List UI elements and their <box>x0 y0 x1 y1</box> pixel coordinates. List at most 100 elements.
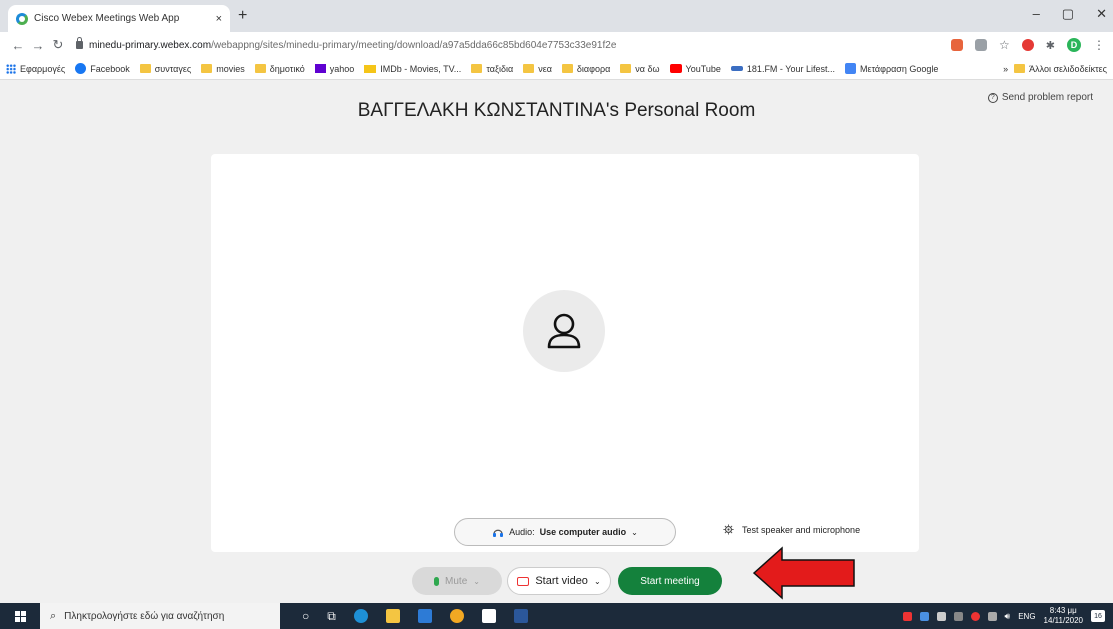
mute-button[interactable]: Mute ⌄ <box>412 567 502 595</box>
audio-selector[interactable]: Audio: Use computer audio ⌄ <box>454 518 676 546</box>
gear-icon <box>723 524 734 535</box>
window-controls: – ▢ ✕ <box>1033 6 1107 22</box>
microphone-icon <box>434 576 440 586</box>
bookmarks-bar: Εφαρμογές Facebook συνταγες movies δημοτ… <box>0 58 1113 80</box>
clock[interactable]: 8:43 μμ 14/11/2020 <box>1044 606 1083 626</box>
address-bar[interactable]: minedu-primary.webex.com/webappng/sites/… <box>76 34 951 56</box>
audio-value: Use computer audio <box>539 527 627 537</box>
bookmark-folder[interactable]: δημοτικό <box>254 64 305 74</box>
taskbar-apps: ○ ⧉ <box>302 609 528 624</box>
bookmark-folder[interactable]: διαφορα <box>561 64 610 74</box>
apps-grid-icon <box>6 63 16 74</box>
send-problem-report-link[interactable]: ? Send problem report <box>987 92 1093 103</box>
file-explorer-icon[interactable] <box>385 609 400 623</box>
red-arrow-annotation <box>752 546 855 600</box>
close-window-button[interactable]: ✕ <box>1096 6 1107 22</box>
webex-favicon-icon <box>16 12 28 25</box>
bookmark-facebook[interactable]: Facebook <box>75 63 130 74</box>
bookmark-folder[interactable]: συνταγες <box>139 64 191 74</box>
audio-label: Audio: <box>509 527 535 537</box>
puzzle-icon[interactable]: ✱ <box>1046 39 1055 52</box>
folder-icon <box>254 64 266 73</box>
other-bookmarks[interactable]: Άλλοι σελιδοδείκτες <box>1014 64 1107 74</box>
clock-time: 8:43 μμ <box>1049 606 1077 615</box>
bookmarks-overflow-button[interactable]: » <box>1003 64 1008 74</box>
test-speaker-link[interactable]: Test speaker and microphone <box>723 524 860 535</box>
profile-avatar[interactable]: D <box>1067 38 1081 52</box>
bookmark-youtube[interactable]: YouTube <box>669 64 721 74</box>
windows-taskbar: ⌕ Πληκτρολογήστε εδώ για αναζήτηση ○ ⧉ 🔊… <box>0 603 1113 629</box>
network-icon[interactable] <box>953 611 963 621</box>
tab-webex[interactable]: Cisco Webex Meetings Web App × <box>8 5 230 32</box>
new-tab-button[interactable]: + <box>238 7 247 25</box>
forward-arrow-icon[interactable]: → <box>28 38 48 53</box>
search-icon: ⌕ <box>50 609 57 622</box>
folder-icon <box>201 64 213 73</box>
taskbar-search[interactable]: ⌕ Πληκτρολογήστε εδώ για αναζήτηση <box>40 603 280 629</box>
user-avatar <box>523 290 605 372</box>
lock-icon[interactable] <box>76 37 83 49</box>
maximize-button[interactable]: ▢ <box>1062 6 1074 22</box>
bookmark-folder[interactable]: να δω <box>620 64 660 74</box>
bookmark-folder[interactable]: movies <box>201 64 245 74</box>
bookmark-apps[interactable]: Εφαρμογές <box>6 63 65 74</box>
url-host: minedu-primary.webex.com <box>89 39 212 51</box>
chrome-icon[interactable] <box>449 609 464 623</box>
bookmark-folder[interactable]: νεα <box>523 64 552 74</box>
word-icon[interactable] <box>513 609 528 623</box>
tray-alert-icon[interactable] <box>970 611 980 621</box>
folder-icon <box>523 64 535 73</box>
url-path: /webappng/sites/minedu-primary/meeting/d… <box>211 39 617 51</box>
notifications-badge[interactable]: 16 <box>1091 610 1105 622</box>
menu-dots-icon[interactable]: ⋮ <box>1093 38 1105 52</box>
wifi-icon[interactable] <box>987 611 997 621</box>
start-meeting-button[interactable]: Start meeting <box>618 567 722 595</box>
battery-icon[interactable] <box>936 611 946 621</box>
tab-close-button[interactable]: × <box>216 13 222 25</box>
back-arrow-icon[interactable]: ← <box>8 38 28 53</box>
bookmark-yahoo[interactable]: yahoo <box>314 64 354 74</box>
browser-tab-strip: Cisco Webex Meetings Web App × + – ▢ ✕ <box>0 0 1113 32</box>
tray-app-icon[interactable] <box>902 611 912 621</box>
meeting-controls: Mute ⌄ Start video ⌄ Start meeting <box>0 565 1113 597</box>
folder-icon <box>1014 64 1026 73</box>
folder-icon <box>139 64 151 73</box>
google-translate-icon <box>844 63 856 74</box>
folder-icon <box>561 64 573 73</box>
youtube-icon <box>669 64 682 73</box>
room-title: ΒΑΓΓΕΛΑΚΗ ΚΩΝΣΤΑΝΤΙΝΑ's Personal Room <box>357 100 756 121</box>
radio-icon <box>730 66 743 71</box>
language-indicator[interactable]: ENG <box>1018 612 1035 621</box>
extension-icon[interactable] <box>951 39 964 51</box>
tray-app-icon[interactable] <box>919 611 929 621</box>
chevron-down-icon: ⌄ <box>593 576 601 586</box>
extensions-area: ☆ ✱ D ⋮ <box>951 38 1105 52</box>
tab-title: Cisco Webex Meetings Web App <box>34 13 180 24</box>
minimize-button[interactable]: – <box>1033 6 1040 22</box>
chevron-down-icon: ⌄ <box>631 527 638 537</box>
star-icon[interactable]: ☆ <box>999 38 1010 52</box>
headset-icon <box>493 529 504 537</box>
bookmark-google-translate[interactable]: Μετάφραση Google <box>844 63 938 74</box>
store-icon[interactable] <box>481 609 496 623</box>
bookmark-imdb[interactable]: IMDb - Movies, TV... <box>364 64 461 74</box>
cortana-icon[interactable]: ○ <box>302 609 309 623</box>
media-player-icon[interactable] <box>417 609 432 623</box>
windows-start-button[interactable] <box>0 610 40 622</box>
edge-icon[interactable] <box>353 609 368 623</box>
bookmark-folder[interactable]: ταξιδια <box>471 64 513 74</box>
question-icon: ? <box>987 92 998 103</box>
task-view-icon[interactable]: ⧉ <box>327 609 336 624</box>
adblock-icon[interactable] <box>1021 39 1034 51</box>
webex-page: ΒΑΓΓΕΛΑΚΗ ΚΩΝΣΤΑΝΤΙΝΑ's Personal Room ? … <box>0 80 1113 603</box>
browser-toolbar: ← → ↻ minedu-primary.webex.com/webappng/… <box>0 32 1113 58</box>
bookmark-181fm[interactable]: 181.FM - Your Lifest... <box>730 64 835 74</box>
folder-icon <box>471 64 483 73</box>
chevron-down-icon: ⌄ <box>473 576 480 586</box>
volume-icon[interactable]: 🔊︎ <box>1005 611 1011 622</box>
translate-icon[interactable] <box>975 39 988 51</box>
start-video-button[interactable]: Start video ⌄ <box>507 567 611 595</box>
folder-icon <box>620 64 632 73</box>
reload-icon[interactable]: ↻ <box>48 37 68 53</box>
yahoo-mail-icon <box>314 64 326 73</box>
